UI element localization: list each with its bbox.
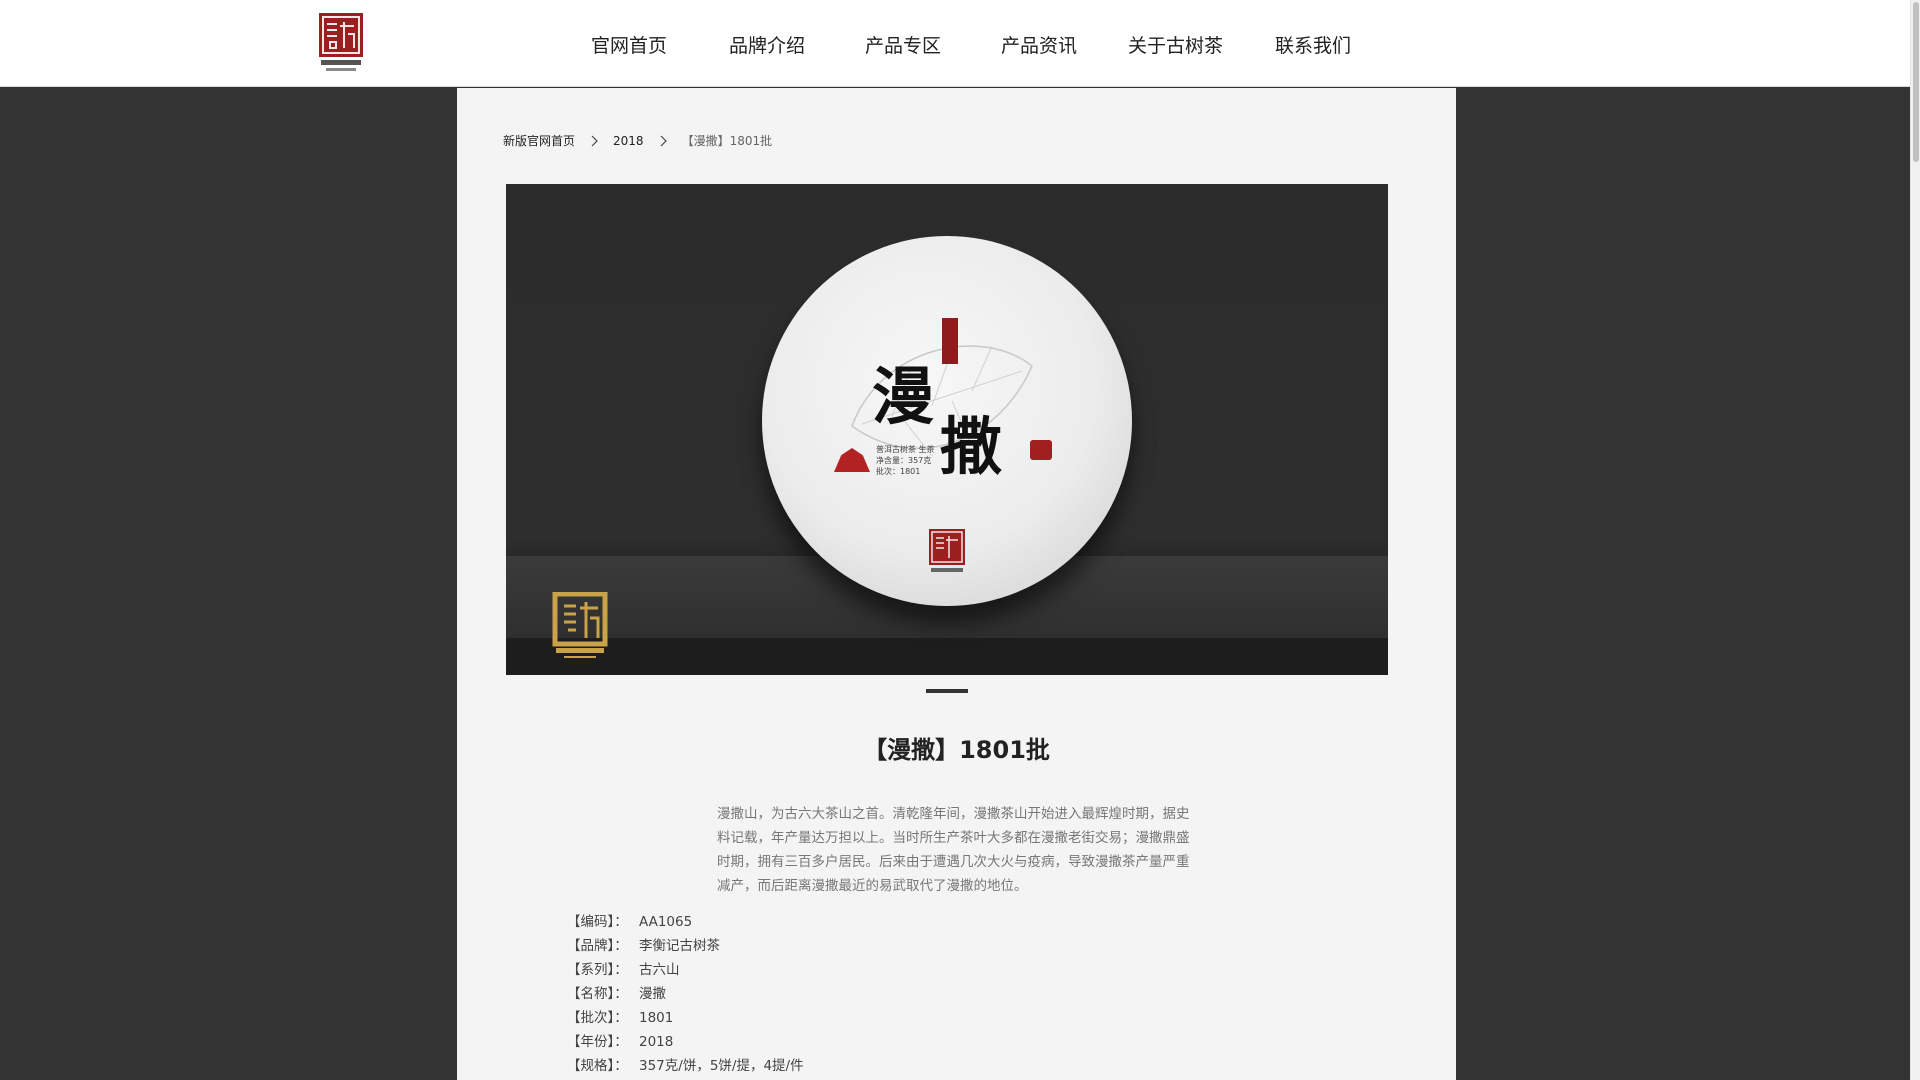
spec-row-year: 【年份】： 2018 bbox=[567, 1030, 804, 1054]
chevron-right-icon bbox=[591, 135, 598, 146]
nav-products[interactable]: 产品专区 bbox=[865, 31, 941, 58]
breadcrumb-home[interactable]: 新版官网首页 bbox=[503, 132, 575, 149]
spec-key: 【编码】： bbox=[567, 914, 628, 930]
product-detail-panel: 新版官网首页 2018 【漫撒】1801批 漫 撒 普洱古树茶 生茶 净含量：3… bbox=[457, 88, 1456, 1080]
product-title: 【漫撒】1801批 bbox=[863, 736, 1050, 764]
gold-brand-logo bbox=[552, 592, 608, 658]
spec-row-code: 【编码】： AA1065 bbox=[567, 910, 804, 934]
breadcrumb-year[interactable]: 2018 bbox=[613, 134, 644, 148]
spec-value: 1801 bbox=[639, 1010, 674, 1026]
cake-red-seal bbox=[1030, 440, 1052, 460]
breadcrumb: 新版官网首页 2018 【漫撒】1801批 bbox=[503, 132, 772, 149]
breadcrumb-current: 【漫撒】1801批 bbox=[681, 134, 773, 148]
cake-title-char-2: 撒 bbox=[940, 410, 1003, 483]
product-description: 漫撒山，为古六大茶山之首。清乾隆年间，漫撒茶山开始进入最辉煌时期，据史料记载，年… bbox=[717, 806, 1190, 894]
spec-key: 【系列】： bbox=[567, 962, 628, 978]
spec-value: 古六山 bbox=[639, 962, 680, 978]
nav-brand-intro[interactable]: 品牌介绍 bbox=[729, 31, 805, 58]
carousel-indicator[interactable] bbox=[926, 689, 968, 693]
spec-key: 【名称】： bbox=[567, 986, 628, 1002]
spec-value: AA1065 bbox=[639, 914, 693, 930]
spec-key: 【品牌】： bbox=[567, 938, 628, 954]
cake-title-char-1: 漫 bbox=[872, 360, 935, 433]
spec-value: 李衡记古树茶 bbox=[639, 938, 720, 954]
spec-row-series: 【系列】： 古六山 bbox=[567, 958, 804, 982]
spec-row-brand: 【品牌】： 李衡记古树茶 bbox=[567, 934, 804, 958]
spec-row-batch: 【批次】： 1801 bbox=[567, 1006, 804, 1030]
scrollbar-thumb[interactable] bbox=[1913, 2, 1919, 162]
nav-home[interactable]: 官网首页 bbox=[591, 31, 667, 58]
page-scrollbar[interactable] bbox=[1910, 0, 1920, 1080]
display-base bbox=[506, 638, 1388, 675]
cake-info: 普洱古树茶 生茶 净含量：357克 批次：1801 bbox=[876, 444, 935, 477]
main-nav: 官网首页 品牌介绍 产品专区 产品资讯 关于古树茶 联系我们 bbox=[0, 0, 1910, 87]
spec-row-name: 【名称】： 漫撒 bbox=[567, 982, 804, 1006]
cake-info-line: 普洱古树茶 生茶 bbox=[876, 445, 935, 454]
spec-key: 【规格】： bbox=[567, 1058, 628, 1074]
spec-key: 【批次】： bbox=[567, 1010, 628, 1026]
product-image-carousel[interactable]: 漫 撒 普洱古树茶 生茶 净含量：357克 批次：1801 bbox=[506, 184, 1388, 675]
site-header: 官网首页 品牌介绍 产品专区 产品资讯 关于古树茶 联系我们 bbox=[0, 0, 1910, 87]
spec-key: 【年份】： bbox=[567, 1034, 628, 1050]
spec-value: 漫撒 bbox=[639, 986, 666, 1002]
nav-product-news[interactable]: 产品资讯 bbox=[1001, 31, 1077, 58]
cake-info-line: 批次：1801 bbox=[876, 467, 921, 476]
cake-info-line: 净含量：357克 bbox=[876, 456, 932, 465]
nav-contact[interactable]: 联系我们 bbox=[1275, 31, 1351, 58]
product-specs: 【编码】： AA1065 【品牌】： 李衡记古树茶 【系列】： 古六山 【名称】… bbox=[567, 910, 804, 1078]
spec-value: 357克/饼，5饼/提，4提/件 bbox=[639, 1058, 804, 1074]
cake-brand-logo bbox=[929, 529, 965, 572]
nav-about-ancient-tea[interactable]: 关于古树茶 bbox=[1128, 31, 1223, 58]
spec-row-package: 【规格】： 357克/饼，5饼/提，4提/件 bbox=[567, 1054, 804, 1078]
spec-value: 2018 bbox=[639, 1034, 674, 1050]
tea-cake-image: 漫 撒 普洱古树茶 生茶 净含量：357克 批次：1801 bbox=[762, 236, 1132, 606]
chevron-right-icon bbox=[660, 135, 667, 146]
